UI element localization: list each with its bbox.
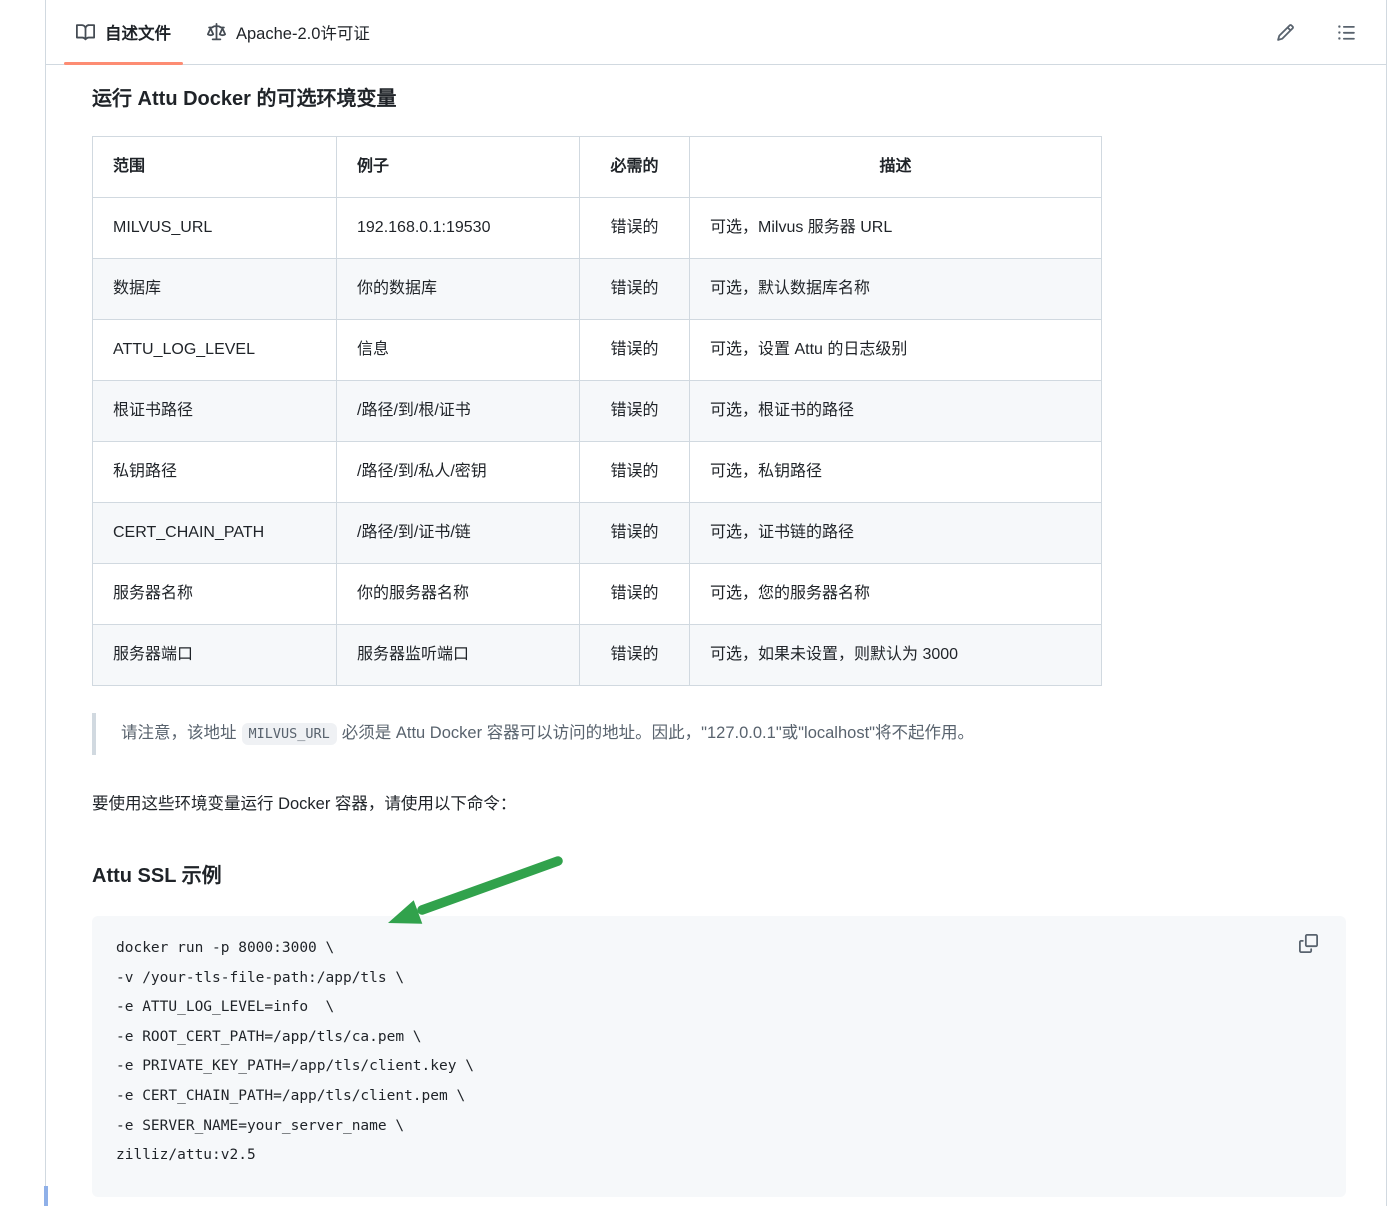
table-row: CERT_CHAIN_PATH/路径/到/证书/链错误的可选，证书链的路径 — [93, 503, 1102, 564]
copy-icon — [1299, 934, 1318, 953]
table-cell: /路径/到/根/证书 — [337, 381, 580, 442]
pencil-icon — [1276, 23, 1295, 42]
tabbar-actions — [1274, 0, 1386, 64]
table-cell: 可选，默认数据库名称 — [690, 259, 1102, 320]
table-cell: 错误的 — [580, 259, 690, 320]
code-block: docker run -p 8000:3000 \ -v /your-tls-f… — [92, 916, 1346, 1197]
table-cell: 可选，设置 Attu 的日志级别 — [690, 320, 1102, 381]
table-cell: 可选，证书链的路径 — [690, 503, 1102, 564]
table-cell: ATTU_LOG_LEVEL — [93, 320, 337, 381]
table-row: 服务器名称你的服务器名称错误的可选，您的服务器名称 — [93, 564, 1102, 625]
column-header-description: 描述 — [690, 137, 1102, 198]
table-cell: 可选，根证书的路径 — [690, 381, 1102, 442]
env-table: 范围 例子 必需的 描述 MILVUS_URL192.168.0.1:19530… — [92, 136, 1102, 686]
table-cell: 192.168.0.1:19530 — [337, 198, 580, 259]
table-cell: 根证书路径 — [93, 381, 337, 442]
note-text-prefix: 请注意，该地址 — [121, 724, 237, 742]
table-cell: MILVUS_URL — [93, 198, 337, 259]
table-cell: 错误的 — [580, 625, 690, 686]
table-cell: 错误的 — [580, 442, 690, 503]
list-icon — [1337, 23, 1356, 42]
column-header-required: 必需的 — [580, 137, 690, 198]
table-cell: 服务器名称 — [93, 564, 337, 625]
section-title-env-vars: 运行 Attu Docker 的可选环境变量 — [92, 82, 1346, 111]
law-icon — [207, 23, 226, 42]
table-cell: /路径/到/私人/密钥 — [337, 442, 580, 503]
scrollbar-fragment[interactable] — [44, 1186, 48, 1206]
table-cell: 可选，如果未设置，则默认为 3000 — [690, 625, 1102, 686]
tab-readme-label: 自述文件 — [105, 20, 171, 44]
table-row: 私钥路径/路径/到/私人/密钥错误的可选，私钥路径 — [93, 442, 1102, 503]
env-table-body: MILVUS_URL192.168.0.1:19530错误的可选，Milvus … — [93, 198, 1102, 686]
readme-content: 运行 Attu Docker 的可选环境变量 范围 例子 必需的 描述 MILV… — [46, 65, 1386, 1197]
table-row: ATTU_LOG_LEVEL信息错误的可选，设置 Attu 的日志级别 — [93, 320, 1102, 381]
inline-code-milvus-url: MILVUS_URL — [242, 723, 337, 745]
readme-panel: 自述文件 Apache-2.0许可证 运行 Attu Docker 的可选环境变… — [45, 0, 1387, 1206]
table-cell: 错误的 — [580, 320, 690, 381]
table-row: 服务器端口服务器监听端口错误的可选，如果未设置，则默认为 3000 — [93, 625, 1102, 686]
tab-license[interactable]: Apache-2.0许可证 — [189, 0, 388, 64]
table-header-row: 范围 例子 必需的 描述 — [93, 137, 1102, 198]
table-row: 根证书路径/路径/到/根/证书错误的可选，根证书的路径 — [93, 381, 1102, 442]
table-cell: 你的数据库 — [337, 259, 580, 320]
code-content: docker run -p 8000:3000 \ -v /your-tls-f… — [116, 940, 474, 1163]
table-cell: 服务器端口 — [93, 625, 337, 686]
table-cell: /路径/到/证书/链 — [337, 503, 580, 564]
table-cell: 错误的 — [580, 564, 690, 625]
table-row: 数据库你的数据库错误的可选，默认数据库名称 — [93, 259, 1102, 320]
column-header-scope: 范围 — [93, 137, 337, 198]
docker-command: docker run -p 8000:3000 \ -v /your-tls-f… — [116, 934, 1330, 1171]
copy-button[interactable] — [1297, 932, 1320, 955]
tab-readme[interactable]: 自述文件 — [58, 0, 189, 64]
tab-license-label: Apache-2.0许可证 — [236, 20, 370, 44]
table-cell: 你的服务器名称 — [337, 564, 580, 625]
table-cell: 信息 — [337, 320, 580, 381]
section-title-ssl-example: Attu SSL 示例 — [92, 859, 1346, 888]
table-cell: 错误的 — [580, 503, 690, 564]
column-header-example: 例子 — [337, 137, 580, 198]
file-tabbar: 自述文件 Apache-2.0许可证 — [46, 0, 1386, 65]
table-cell: 私钥路径 — [93, 442, 337, 503]
table-cell: 服务器监听端口 — [337, 625, 580, 686]
table-cell: CERT_CHAIN_PATH — [93, 503, 337, 564]
note-text-suffix: 必须是 Attu Docker 容器可以访问的地址。因此，"127.0.0.1"… — [342, 724, 974, 742]
book-icon — [76, 23, 95, 42]
edit-button[interactable] — [1274, 21, 1297, 44]
command-intro-paragraph: 要使用这些环境变量运行 Docker 容器，请使用以下命令： — [92, 792, 1346, 816]
active-tab-underline — [64, 62, 183, 65]
table-cell: 可选，您的服务器名称 — [690, 564, 1102, 625]
table-cell: 可选，私钥路径 — [690, 442, 1102, 503]
outline-button[interactable] — [1335, 21, 1358, 44]
table-row: MILVUS_URL192.168.0.1:19530错误的可选，Milvus … — [93, 198, 1102, 259]
table-cell: 错误的 — [580, 198, 690, 259]
table-cell: 可选，Milvus 服务器 URL — [690, 198, 1102, 259]
note-blockquote: 请注意，该地址 MILVUS_URL 必须是 Attu Docker 容器可以访问的… — [92, 713, 1297, 755]
table-cell: 错误的 — [580, 381, 690, 442]
table-cell: 数据库 — [93, 259, 337, 320]
